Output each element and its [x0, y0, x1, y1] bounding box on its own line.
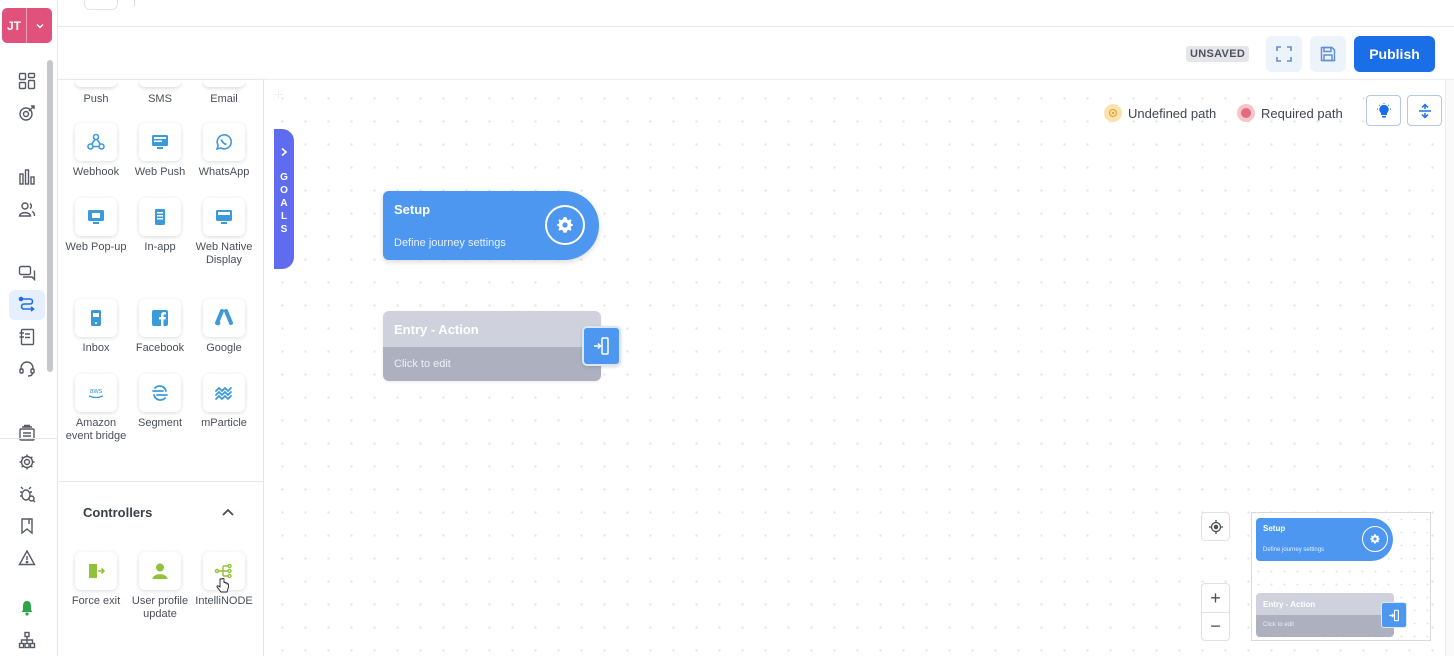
palette-tile-force-exit[interactable]: Force exit: [64, 552, 128, 608]
chevron-right-icon: [281, 147, 288, 157]
palette-tile-intellinode[interactable]: IntelliNODE: [192, 552, 256, 608]
fullscreen-button[interactable]: [1266, 36, 1302, 72]
palette-tile-push[interactable]: Push: [64, 80, 128, 106]
web-native-display-icon: [216, 210, 232, 224]
save-button[interactable]: [1310, 36, 1346, 72]
zoom-in-button[interactable]: +: [1202, 584, 1229, 612]
palette-tile-sms[interactable]: SMS: [128, 80, 192, 106]
content-icon[interactable]: [9, 322, 45, 352]
support-icon[interactable]: [9, 354, 45, 384]
palette-divider: [58, 481, 263, 482]
legend-required-path: Required path: [1237, 104, 1343, 122]
palette-tile-facebook[interactable]: Facebook: [128, 299, 192, 355]
palette-tile-web-popup[interactable]: Web Pop-up: [64, 198, 128, 254]
palette-tile-segment[interactable]: Segment: [128, 374, 192, 430]
minimap[interactable]: Setup Define journey settings Entry - Ac…: [1251, 512, 1431, 641]
undefined-path-dot-icon: [1104, 104, 1122, 122]
chevron-up-icon[interactable]: [220, 505, 236, 521]
bookmark-icon[interactable]: [9, 511, 45, 541]
debug-icon[interactable]: [9, 479, 45, 509]
messages-icon[interactable]: [9, 258, 45, 288]
goals-tab-label: GOALS: [280, 172, 288, 235]
palette-tile-user-profile-update[interactable]: User profile update: [128, 552, 192, 621]
palette-tile-whatsapp[interactable]: WhatsApp: [192, 123, 256, 179]
rail-divider: [0, 438, 58, 439]
tips-button[interactable]: [1366, 95, 1401, 126]
campaigns-icon[interactable]: [9, 98, 45, 128]
minimap-entry-node: Entry - Action Click to edit: [1256, 593, 1394, 637]
setup-node-subtitle: Define journey settings: [394, 237, 506, 249]
lightbulb-icon: [1376, 102, 1391, 117]
account-switcher[interactable]: JT: [2, 8, 52, 43]
canvas-scrollbar[interactable]: [1445, 80, 1454, 656]
avatar-initials: JT: [2, 8, 27, 43]
status-badge: UNSAVED: [1186, 46, 1250, 62]
minimap-entry-icon: [1381, 602, 1407, 628]
minimap-setup-node: Setup Define journey settings: [1256, 518, 1393, 561]
web-push-icon: [152, 135, 168, 149]
segment-icon: [152, 385, 168, 401]
force-exit-icon: [89, 564, 106, 578]
palette-tile-web-native-display[interactable]: Web Native Display: [192, 198, 256, 267]
recenter-button[interactable]: [1201, 512, 1230, 541]
back-button[interactable]: [84, 0, 118, 10]
palette-tile-webhook[interactable]: Webhook: [64, 123, 128, 179]
facebook-icon: [152, 310, 168, 326]
minimap-gear-icon: [1362, 526, 1388, 552]
align-layout-button[interactable]: [1407, 95, 1442, 126]
palette-tile-email[interactable]: Email: [192, 80, 256, 106]
palette-tile-inbox[interactable]: Inbox: [64, 299, 128, 355]
legend-undefined-path: Undefined path: [1104, 104, 1216, 122]
zoom-out-button[interactable]: −: [1202, 612, 1229, 640]
save-icon: [1320, 46, 1336, 62]
entry-node-title: Entry - Action: [383, 311, 601, 347]
title-divider: [134, 0, 135, 6]
entry-action-node[interactable]: Entry - Action Click to edit: [383, 311, 601, 381]
top-strip: [58, 0, 1454, 27]
gear-icon[interactable]: [545, 205, 585, 245]
analytics-icon[interactable]: [9, 162, 45, 192]
palette-tile-amazon-event-bridge[interactable]: aws Amazon event bridge: [64, 374, 128, 443]
node-palette: Push SMS Email Webhook Web Push WhatsApp…: [58, 80, 264, 656]
entry-action-icon[interactable]: [582, 326, 621, 366]
required-path-dot-icon: [1237, 104, 1255, 122]
cursor-icon: [216, 578, 229, 593]
mparticle-icon: [215, 386, 232, 401]
setup-node[interactable]: Setup Define journey settings: [383, 191, 599, 260]
svg-text:aws: aws: [90, 388, 103, 395]
org-hierarchy-icon[interactable]: [9, 625, 45, 655]
journey-header: UNSAVED Publish: [58, 28, 1454, 80]
setup-node-title: Setup: [394, 202, 431, 217]
fullscreen-icon: [1276, 46, 1292, 62]
inbox-icon: [91, 310, 101, 326]
users-icon[interactable]: [9, 194, 45, 224]
user-profile-icon: [152, 563, 168, 579]
dashboard-icon[interactable]: [9, 66, 45, 96]
web-popup-icon: [88, 210, 104, 224]
align-center-icon: [1418, 102, 1431, 119]
nav-rail: JT: [0, 0, 58, 656]
whatsapp-icon: [215, 134, 232, 151]
publish-button[interactable]: Publish: [1354, 36, 1435, 72]
aws-icon: aws: [88, 388, 104, 399]
chevron-down-icon: [27, 8, 52, 43]
goals-tab[interactable]: GOALS: [274, 129, 294, 269]
in-app-icon: [155, 209, 165, 225]
settings-icon[interactable]: [9, 447, 45, 477]
zoom-controls: + −: [1201, 583, 1230, 641]
palette-tile-mparticle[interactable]: mParticle: [192, 374, 256, 430]
journeys-icon[interactable]: [9, 290, 45, 320]
controllers-section-title: Controllers: [83, 505, 153, 520]
google-icon: [215, 309, 233, 326]
palette-tile-in-app[interactable]: In-app: [128, 198, 192, 254]
palette-tile-web-push[interactable]: Web Push: [128, 123, 192, 179]
notifications-bell-icon[interactable]: [9, 593, 45, 623]
webhook-icon: [87, 133, 105, 150]
rail-scrollbar[interactable]: [47, 60, 53, 372]
entry-node-subtitle: Click to edit: [383, 347, 601, 381]
locate-icon: [1208, 519, 1223, 534]
alert-icon[interactable]: [9, 543, 45, 573]
catalog-icon[interactable]: [9, 418, 45, 448]
palette-tile-google[interactable]: Google: [192, 299, 256, 355]
